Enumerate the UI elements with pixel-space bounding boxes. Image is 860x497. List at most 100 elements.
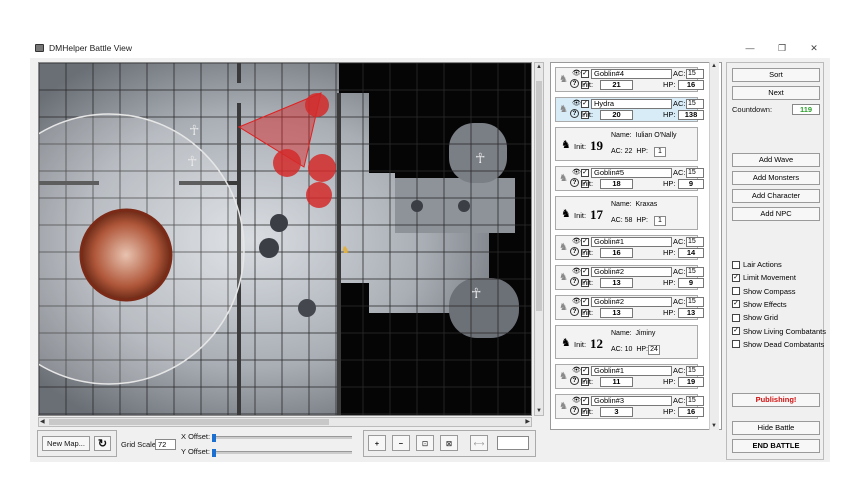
measure-icon[interactable]: ⟷ — [470, 435, 488, 451]
combatant-name[interactable]: Goblin#1 — [591, 237, 672, 247]
character-card[interactable]: ♞ Init: 17 Name: Kraxas AC: 58 HP: 1 — [555, 196, 698, 230]
init-value[interactable]: 18 — [600, 179, 633, 189]
init-value[interactable]: 11 — [600, 377, 633, 387]
minimize-button[interactable]: — — [734, 38, 766, 58]
grid-scale-spinbox[interactable]: 72 — [155, 439, 176, 450]
zoom-out-icon[interactable]: − — [392, 435, 410, 451]
combatant-name[interactable]: Hydra — [591, 99, 672, 109]
ac-value[interactable]: 15 — [686, 267, 704, 277]
add-npc-button[interactable]: Add NPC — [732, 207, 820, 221]
visible-checkbox[interactable]: ✓ — [581, 367, 589, 375]
end-battle-button[interactable]: END BATTLE — [732, 439, 820, 453]
question-icon[interactable]: ? — [570, 376, 579, 385]
refresh-icon[interactable]: ↻ — [94, 436, 111, 451]
hp-value[interactable]: 13 — [678, 308, 704, 318]
publishing-button[interactable]: Publishing! — [732, 393, 820, 407]
pc-token[interactable]: ☥ — [187, 153, 197, 169]
eye-icon[interactable]: 👁 — [572, 267, 581, 275]
new-map-button[interactable]: New Map... — [42, 436, 90, 451]
hp-value[interactable]: 16 — [678, 407, 704, 417]
map-vertical-scrollbar[interactable]: ▲ ▼ — [534, 62, 544, 416]
combatant-card[interactable]: ♞ 👁 ✓? ✓ Goblin#1 AC: 15 Init: 11 HP: 19 — [555, 364, 704, 389]
visible-checkbox[interactable]: ✓ — [581, 100, 589, 108]
combatant-card[interactable]: ♞ 👁 ✓? ✓ Goblin#3 AC: 15 Init: 3 HP: 16 — [555, 394, 704, 419]
combatant-list-scrollbar[interactable]: ▲ ▼ — [709, 62, 719, 430]
eye-icon[interactable]: 👁 — [572, 366, 581, 374]
init-value[interactable]: 16 — [600, 248, 633, 258]
init-value[interactable]: 21 — [600, 80, 633, 90]
enemy-token[interactable] — [273, 149, 301, 177]
maximize-button[interactable]: ❐ — [766, 38, 798, 58]
hp-value[interactable]: 14 — [678, 248, 704, 258]
hp-value[interactable]: 1 — [654, 147, 666, 157]
question-icon[interactable]: ? — [570, 247, 579, 256]
ac-value[interactable]: 15 — [686, 69, 704, 79]
combatant-card[interactable]: ♞ 👁 ✓? ✓ Hydra AC: 15 Init: 20 HP: 138 — [555, 97, 704, 122]
option-checkbox[interactable]: ✓ — [732, 273, 740, 282]
combatant-name[interactable]: Goblin#5 — [591, 168, 672, 178]
hp-value[interactable]: 138 — [678, 110, 704, 120]
option-checkbox[interactable]: ✓ — [732, 327, 740, 335]
combatant-name[interactable]: Goblin#3 — [591, 396, 672, 406]
pc-token[interactable]: ♞ — [341, 245, 350, 256]
measure-field[interactable] — [497, 436, 529, 450]
init-value[interactable]: 3 — [600, 407, 633, 417]
eye-icon[interactable]: 👁 — [572, 396, 581, 404]
init-value[interactable]: 20 — [600, 110, 633, 120]
eye-icon[interactable]: 👁 — [572, 168, 581, 176]
question-icon[interactable]: ? — [570, 109, 579, 118]
ac-value[interactable]: 15 — [686, 168, 704, 178]
question-icon[interactable]: ? — [570, 178, 579, 187]
question-icon[interactable]: ? — [570, 307, 579, 316]
ac-value[interactable]: 15 — [686, 297, 704, 307]
hp-value[interactable]: 24 — [648, 345, 660, 355]
ac-value[interactable]: 15 — [686, 237, 704, 247]
question-icon[interactable]: ? — [570, 79, 579, 88]
visible-checkbox[interactable]: ✓ — [581, 298, 589, 306]
zoom-in-icon[interactable]: + — [368, 435, 386, 451]
hp-value[interactable]: 19 — [678, 377, 704, 387]
zoom-fit-icon[interactable]: ⊡ — [416, 435, 434, 451]
ac-value[interactable]: 15 — [686, 366, 704, 376]
visible-checkbox[interactable]: ✓ — [581, 268, 589, 276]
hp-value[interactable]: 16 — [678, 80, 704, 90]
visible-checkbox[interactable]: ✓ — [581, 169, 589, 177]
eye-icon[interactable]: 👁 — [572, 237, 581, 245]
combatant-name[interactable]: Goblin#1 — [591, 366, 672, 376]
combatant-name[interactable]: Goblin#2 — [591, 267, 672, 277]
add-wave-button[interactable]: Add Wave — [732, 153, 820, 167]
option-checkbox-row[interactable]: ✓ Show Living Combatants — [732, 327, 826, 336]
option-checkbox-row[interactable]: ✓ Show Effects — [732, 300, 787, 309]
option-checkbox[interactable] — [732, 287, 740, 296]
visible-checkbox[interactable]: ✓ — [581, 70, 589, 78]
option-checkbox-row[interactable]: ✓ Limit Movement — [732, 273, 796, 282]
y-offset-slider[interactable] — [212, 449, 352, 457]
enemy-token[interactable] — [308, 154, 336, 182]
combatant-name[interactable]: Goblin#2 — [591, 297, 672, 307]
combatant-list[interactable]: ♞ 👁 ✓? ✓ Goblin#4 AC: 15 Init: 21 HP: 16 ♞ 👁 ✓? ✓ Hydra… — [550, 62, 722, 430]
hide-battle-button[interactable]: Hide Battle — [732, 421, 820, 435]
sort-button[interactable]: Sort — [732, 68, 820, 82]
combatant-card[interactable]: ♞ 👁 ✓? ✓ Goblin#1 AC: 15 Init: 16 HP: 14 — [555, 235, 704, 260]
question-icon[interactable]: ? — [570, 277, 579, 286]
option-checkbox[interactable] — [732, 260, 740, 269]
monster-token[interactable]: ☥ — [475, 150, 485, 166]
hydra-token[interactable] — [79, 208, 173, 302]
option-checkbox-row[interactable]: Show Compass — [732, 287, 796, 296]
ac-value[interactable]: 15 — [686, 396, 704, 406]
character-card[interactable]: ♞ Init: 12 Name: Jiminy AC: 10 HP: 24 — [555, 325, 698, 359]
question-icon[interactable]: ? — [570, 406, 579, 415]
ac-value[interactable]: 15 — [686, 99, 704, 109]
close-button[interactable]: ✕ — [798, 38, 830, 58]
monster-token[interactable]: ☥ — [471, 285, 481, 301]
init-value[interactable]: 13 — [600, 308, 633, 318]
enemy-token[interactable] — [305, 93, 329, 117]
option-checkbox-row[interactable]: Show Dead Combatants — [732, 340, 824, 349]
visible-checkbox[interactable]: ✓ — [581, 238, 589, 246]
hp-value[interactable]: 1 — [654, 216, 666, 226]
add-character-button[interactable]: Add Character — [732, 189, 820, 203]
hp-value[interactable]: 9 — [678, 278, 704, 288]
combatant-card[interactable]: ♞ 👁 ✓? ✓ Goblin#2 AC: 15 Init: 13 HP: 13 — [555, 295, 704, 320]
battle-map[interactable]: ☥ ☥ ☥ ☥ ♞ — [38, 62, 532, 416]
combatant-card[interactable]: ♞ 👁 ✓? ✓ Goblin#5 AC: 15 Init: 18 HP: 9 — [555, 166, 704, 191]
